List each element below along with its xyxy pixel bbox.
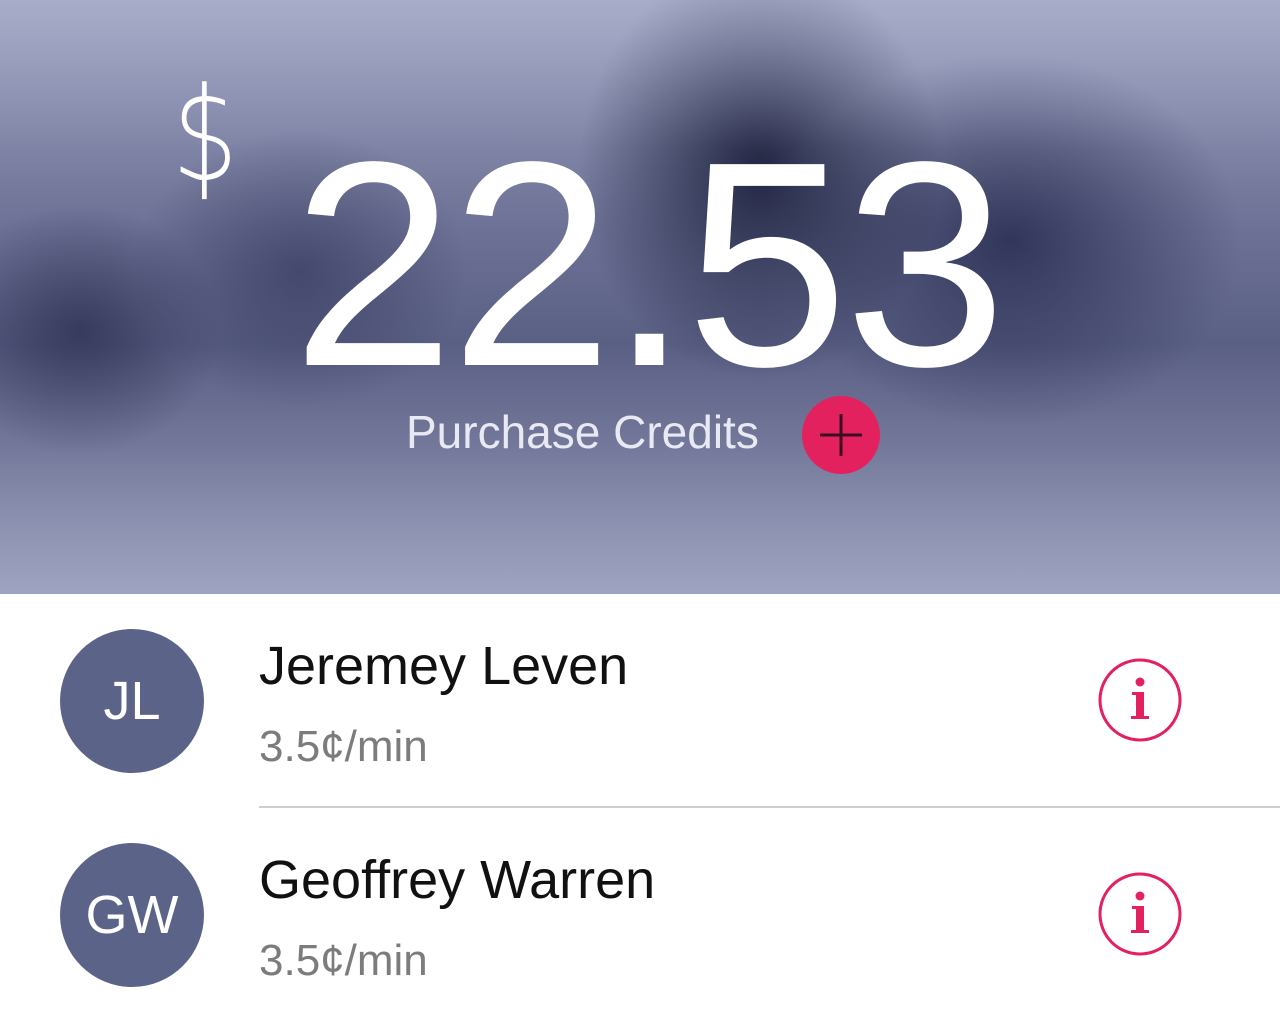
avatar: GW	[60, 843, 204, 987]
avatar: JL	[60, 629, 204, 773]
list-item[interactable]: JL Jeremey Leven 3.5¢/min	[0, 594, 1280, 807]
purchase-credits-button[interactable]	[802, 396, 880, 474]
plus-icon	[820, 414, 862, 456]
contact-rate: 3.5¢/min	[259, 936, 428, 985]
info-icon	[1098, 658, 1182, 742]
info-button[interactable]	[1098, 658, 1182, 742]
currency-symbol: $	[172, 59, 239, 211]
purchase-credits-label[interactable]: Purchase Credits	[406, 404, 759, 460]
info-button[interactable]	[1098, 872, 1182, 956]
contact-list: JL Jeremey Leven 3.5¢/min GW Geoffrey Wa…	[0, 594, 1280, 987]
balance-hero: $ 22.53 Purchase Credits	[0, 0, 1280, 594]
contact-name: Jeremey Leven	[259, 636, 629, 696]
info-icon	[1098, 872, 1182, 956]
balance-amount: 22.53	[292, 101, 1007, 427]
list-item[interactable]: GW Geoffrey Warren 3.5¢/min	[0, 808, 1280, 1021]
contact-name: Geoffrey Warren	[259, 850, 656, 910]
contact-rate: 3.5¢/min	[259, 722, 428, 771]
